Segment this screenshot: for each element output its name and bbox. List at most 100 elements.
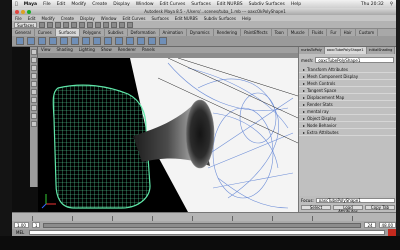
- nurbs-cylinder-icon[interactable]: [38, 37, 46, 45]
- mel-label[interactable]: MEL: [14, 230, 26, 235]
- wireframe-body[interactable]: [52, 84, 151, 209]
- shelf-tab-deformation[interactable]: Deformation: [128, 29, 160, 36]
- rotate-tool-icon[interactable]: [31, 81, 37, 87]
- select-button[interactable]: Select: [301, 205, 331, 210]
- time-slider[interactable]: [12, 212, 396, 221]
- node-name-field[interactable]: oaxcTubePolyShape1: [315, 57, 394, 63]
- save-scene-icon[interactable]: [55, 21, 62, 28]
- shelf-tab-fluids[interactable]: Fluids: [309, 29, 328, 36]
- load-attributes-button[interactable]: Load Attributes: [333, 205, 363, 212]
- menu-help[interactable]: Help: [288, 2, 304, 7]
- planar-icon[interactable]: [104, 37, 112, 45]
- maya-menu-display[interactable]: Display: [77, 16, 98, 21]
- menu-create[interactable]: Create: [89, 2, 110, 7]
- horn-bell[interactable]: [185, 99, 215, 169]
- spotlight-icon[interactable]: ⚲: [387, 2, 396, 7]
- shelf-tab-muscle[interactable]: Muscle: [288, 29, 309, 36]
- render-settings-icon[interactable]: [127, 21, 134, 28]
- boundary-icon[interactable]: [137, 37, 145, 45]
- birail-icon[interactable]: [126, 37, 134, 45]
- last-tool-icon[interactable]: [31, 105, 37, 111]
- shelf-tab-hair[interactable]: Hair: [341, 29, 356, 36]
- menu-window[interactable]: Window: [133, 2, 157, 7]
- bevel-icon[interactable]: [159, 37, 167, 45]
- shelf-tab-general[interactable]: General: [12, 29, 35, 36]
- shelf-tab-dynamics[interactable]: Dynamics: [187, 29, 214, 36]
- menu-subdiv[interactable]: Subdiv Surfaces: [246, 2, 288, 7]
- menu-surfaces[interactable]: Surfaces: [188, 2, 214, 7]
- snap-point-icon[interactable]: [103, 21, 110, 28]
- loft-icon[interactable]: [93, 37, 101, 45]
- minimize-window-button[interactable]: [21, 9, 25, 14]
- shelf-tab-custom[interactable]: Custom: [356, 29, 379, 36]
- nurbs-sphere-icon[interactable]: [16, 37, 24, 45]
- nurbs-cube-icon[interactable]: [27, 37, 35, 45]
- menu-set-dropdown[interactable]: Surfaces: [14, 21, 38, 28]
- shelf-tab-painteffects[interactable]: PaintEffects: [241, 29, 272, 36]
- select-tool-icon[interactable]: [31, 49, 37, 55]
- maya-menu-surfaces[interactable]: Surfaces: [148, 16, 171, 21]
- nurbs-torus-icon[interactable]: [71, 37, 79, 45]
- snap-grid-icon[interactable]: [87, 21, 94, 28]
- paint-select-icon[interactable]: [31, 65, 37, 71]
- revolve-icon[interactable]: [82, 37, 90, 45]
- nurbs-plane-icon[interactable]: [60, 37, 68, 45]
- four-pane-layout-icon[interactable]: [31, 121, 37, 127]
- shelf-tab-toon[interactable]: Toon: [272, 29, 288, 36]
- snap-curve-icon[interactable]: [95, 21, 102, 28]
- ae-tab-shape[interactable]: oaxcTubePolyShape1: [324, 47, 367, 54]
- timeline-end-field[interactable]: 24: [364, 222, 376, 228]
- scale-tool-icon[interactable]: [31, 89, 37, 95]
- menu-display[interactable]: Display: [110, 2, 133, 7]
- maya-menu-edit-curves[interactable]: Edit Curves: [120, 16, 149, 21]
- shelf-tab-curves[interactable]: Curves: [35, 29, 56, 36]
- apple-icon[interactable]: : [12, 2, 21, 7]
- select-component-icon[interactable]: [79, 21, 86, 28]
- ipr-render-icon[interactable]: [119, 21, 126, 28]
- zoom-window-button[interactable]: [27, 9, 31, 14]
- range-slider[interactable]: [43, 222, 362, 228]
- close-window-button[interactable]: [15, 9, 19, 14]
- focus-field[interactable]: oaxcTubePolyShape1: [315, 198, 395, 203]
- maya-menu-edit[interactable]: Edit: [25, 16, 39, 21]
- clock[interactable]: Thu 20:32: [358, 2, 387, 7]
- timeline-start-field[interactable]: 1: [31, 222, 41, 228]
- range-end-field[interactable]: 48.00: [378, 222, 396, 228]
- script-editor-button[interactable]: [388, 229, 396, 236]
- open-scene-icon[interactable]: [47, 21, 54, 28]
- 3d-viewport[interactable]: [38, 58, 298, 212]
- maya-menu-file[interactable]: File: [12, 16, 25, 21]
- shelf-tab-polygons[interactable]: Polygons: [80, 29, 105, 36]
- extrude-icon[interactable]: [115, 37, 123, 45]
- shelf-tab-fur[interactable]: Fur: [327, 29, 341, 36]
- menu-edit-curves[interactable]: Edit Curves: [157, 2, 189, 7]
- maya-menu-subdiv[interactable]: Subdiv Surfaces: [201, 16, 239, 21]
- maya-menu-window[interactable]: Window: [98, 16, 120, 21]
- ae-tab-shading[interactable]: initialShading: [366, 47, 396, 54]
- select-hierarchy-icon[interactable]: [63, 21, 70, 28]
- shelf-tab-animation[interactable]: Animation: [160, 29, 187, 36]
- section-extra-attributes[interactable]: ▸ Extra Attributes: [299, 129, 396, 136]
- maya-menu-edit-nurbs[interactable]: Edit NURBS: [172, 16, 201, 21]
- render-icon[interactable]: [111, 21, 118, 28]
- maya-menu-help[interactable]: Help: [239, 16, 254, 21]
- manipulator-icon[interactable]: [31, 97, 37, 103]
- menu-modify[interactable]: Modify: [68, 2, 89, 7]
- shelf-tab-subdivs[interactable]: Subdivs: [105, 29, 128, 36]
- select-object-icon[interactable]: [71, 21, 78, 28]
- menu-maya[interactable]: Maya: [21, 2, 40, 7]
- shelf-tab-surfaces[interactable]: Surfaces: [55, 29, 80, 36]
- lasso-tool-icon[interactable]: [31, 57, 37, 63]
- shelf-tab-rendering[interactable]: Rendering: [214, 29, 242, 36]
- maya-menu-create[interactable]: Create: [58, 16, 77, 21]
- copy-tab-button[interactable]: Copy Tab: [365, 205, 395, 210]
- maya-menu-modify[interactable]: Modify: [38, 16, 57, 21]
- menu-edit-nurbs[interactable]: Edit NURBS: [214, 2, 246, 7]
- command-input[interactable]: [29, 230, 385, 235]
- menu-file[interactable]: File: [40, 2, 54, 7]
- menu-edit[interactable]: Edit: [54, 2, 69, 7]
- new-scene-icon[interactable]: [39, 21, 46, 28]
- move-tool-icon[interactable]: [31, 73, 37, 79]
- range-start-field[interactable]: 1.00: [14, 222, 29, 228]
- ae-tab-nurbs-to-poly[interactable]: nurbsToPoly: [299, 47, 325, 54]
